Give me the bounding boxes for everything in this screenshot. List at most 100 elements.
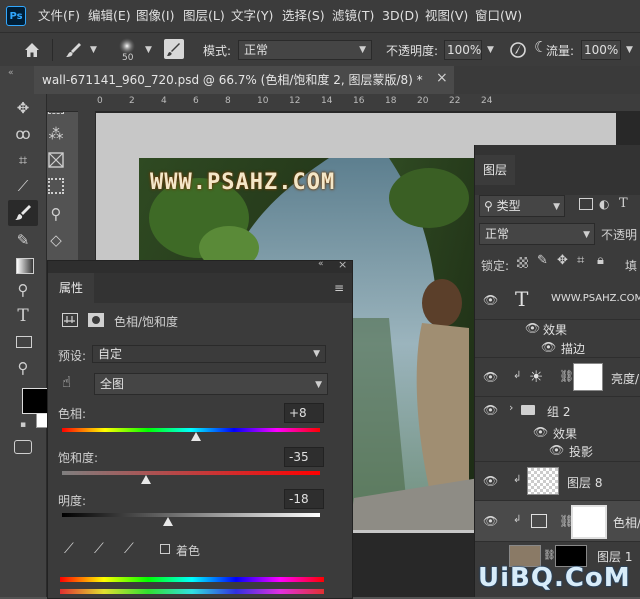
dodge-tool-icon[interactable]: ⚲ [13,280,33,300]
ruler-label: 12 [289,96,301,106]
quick-mask-icon[interactable] [14,440,32,454]
layer-mask-thumbnail[interactable] [573,363,603,391]
lightness-slider[interactable] [62,513,320,517]
menu-select[interactable]: 选择(S) [282,0,325,32]
chevron-down-icon[interactable]: ▼ [487,45,494,55]
filter-type-icon[interactable]: T [619,196,628,211]
lock-pixels-icon[interactable]: ✎ [537,253,548,268]
layer-effects-row[interactable]: 👁︎ 效果 [475,423,640,441]
document-tab[interactable]: wall-671141_960_720.psd @ 66.7% (色相/饱和度 … [34,66,454,94]
colorize-checkbox[interactable] [160,544,170,554]
brush-tool-active[interactable] [8,200,38,226]
lasso-tool-icon[interactable]: ꝏ [13,124,33,144]
filter-adjustment-icon[interactable]: ◐ [599,197,609,211]
filter-pixel-icon[interactable] [579,198,593,210]
home-icon[interactable] [22,40,42,60]
eyedropper-icon[interactable]: ⟋ [64,541,74,557]
layer-thumbnail[interactable] [527,467,559,495]
hue-input[interactable]: +8 [284,403,324,423]
visibility-eye-icon[interactable]: 👁︎ [541,340,556,354]
foreground-color-swatch[interactable] [22,388,48,414]
close-tab-button[interactable]: × [436,70,448,86]
link-icon[interactable]: ⛓︎ [543,550,556,561]
history-brush-icon[interactable]: ✎ [13,230,33,250]
menu-view[interactable]: 视图(V) [425,0,468,32]
menu-type[interactable]: 文字(Y) [231,0,273,32]
layer-effect-row[interactable]: 👁︎ 描边 [475,337,640,358]
visibility-eye-icon[interactable]: 👁︎ [483,370,498,384]
eraser-tool-icon[interactable]: ◇ [46,230,66,250]
collapse-icon[interactable]: « [8,68,14,78]
collapse-icon[interactable]: « [318,259,324,269]
crop-tool-icon[interactable]: ⌗ [13,150,33,170]
panel-menu-icon[interactable]: ≡ [334,281,344,295]
eyedropper-plus-icon[interactable]: ⟋ [94,541,104,557]
magic-wand-tool-icon[interactable]: ⁂ [46,124,66,144]
frame-tool-icon[interactable] [48,152,64,168]
close-icon[interactable]: × [338,258,347,271]
layer-effect-row[interactable]: 👁︎ 投影 [475,441,640,462]
shape-tool-icon[interactable] [16,336,32,348]
tab-properties[interactable]: 属性 [48,273,94,303]
target-adjust-icon[interactable]: ☝ [62,373,71,391]
menu-layer[interactable]: 图层(L) [183,0,225,32]
visibility-eye-icon[interactable]: 👁︎ [483,293,498,307]
brush-settings-icon[interactable] [164,39,184,59]
hue-slider-thumb[interactable] [191,432,202,441]
mask-icon[interactable] [88,313,104,327]
brush-tool-icon[interactable] [64,40,84,60]
layer-effects-row[interactable]: 👁︎ 效果 [475,319,640,337]
saturation-input[interactable]: -35 [284,447,324,467]
layer-row[interactable]: 👁︎ ↲ ☀ ⛓︎ 亮度/ [475,358,640,397]
default-colors-icon[interactable]: ▪ [20,420,26,430]
layer-row[interactable]: 👁︎ ↲ 图层 8 [475,462,640,501]
chevron-down-icon[interactable]: ▼ [626,45,633,55]
menu-image[interactable]: 图像(I) [136,0,174,32]
preset-select[interactable]: 自定 ▼ [92,345,326,363]
blend-mode-select[interactable]: 正常 ▼ [479,223,595,245]
saturation-slider[interactable] [62,471,320,475]
eyedropper-tool-icon[interactable]: ⟋ [13,176,33,196]
mode-select[interactable]: 正常 ▼ [238,40,372,60]
move-tool-icon[interactable]: ✥ [13,98,33,118]
menu-3d[interactable]: 3D(D) [382,0,419,32]
menu-window[interactable]: 窗口(W) [475,0,522,32]
menu-file[interactable]: 文件(F) [38,0,80,32]
layer-group-row[interactable]: 👁︎ › 组 2 [475,397,640,421]
channel-select[interactable]: 全图 ▼ [94,373,328,395]
lock-all-icon[interactable]: 🔒︎ [597,253,604,268]
menu-edit[interactable]: 编辑(E) [88,0,131,32]
visibility-eye-icon[interactable]: 👁︎ [533,425,548,439]
eyedropper-minus-icon[interactable]: ⟋ [124,541,134,557]
lock-transparent-icon[interactable] [517,257,528,268]
frame-select-icon[interactable] [48,178,64,194]
chevron-down-icon[interactable]: ▼ [145,45,152,55]
lock-artboard-icon[interactable]: ⌗ [577,253,584,268]
link-icon[interactable]: ⛓︎ [559,369,574,383]
visibility-eye-icon[interactable]: 👁︎ [483,514,498,528]
visibility-eye-icon[interactable]: 👁︎ [483,474,498,488]
zoom-tool-icon[interactable]: ⚲ [13,358,33,378]
stamp-tool-icon[interactable]: ⚲ [46,204,66,224]
opacity-input[interactable]: 100% [444,40,482,60]
pressure-opacity-icon[interactable] [508,40,528,60]
visibility-eye-icon[interactable]: 👁︎ [549,443,564,457]
layer-row[interactable]: 👁︎ T WWW.PSAHZ.COM [475,281,640,320]
layer-row-selected[interactable]: 👁︎ ↲ ⛓︎ 色相/ [475,501,640,542]
menu-filter[interactable]: 滤镜(T) [332,0,374,32]
ruler-label: 10 [257,96,269,106]
type-tool-icon[interactable]: T [13,306,33,326]
flow-input[interactable]: 100% [581,40,621,60]
layer-filter-select[interactable]: ⚲ 类型 ▼ [479,195,565,217]
saturation-slider-thumb[interactable] [140,475,151,484]
gradient-tool-icon[interactable] [16,258,34,274]
layer-mask-thumbnail[interactable] [571,505,607,539]
lightness-slider-thumb[interactable] [162,517,173,526]
chevron-down-icon[interactable]: ▼ [90,45,97,55]
visibility-eye-icon[interactable]: 👁︎ [483,403,498,417]
visibility-eye-icon[interactable]: 👁︎ [525,321,540,335]
lock-position-icon[interactable]: ✥ [557,253,568,268]
chevron-right-icon[interactable]: › [509,401,513,414]
lightness-input[interactable]: -18 [284,489,324,509]
tab-layers[interactable]: 图层 [475,155,515,185]
